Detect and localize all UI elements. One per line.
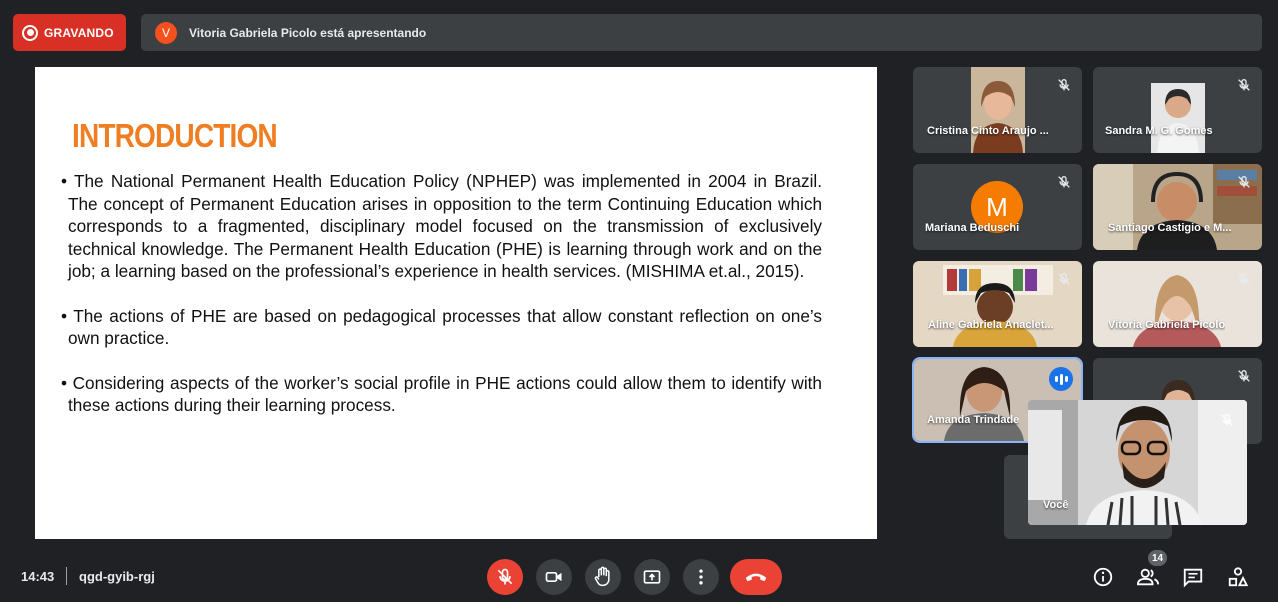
self-view-tile[interactable]: Você — [1028, 400, 1247, 525]
end-call-button[interactable] — [730, 559, 782, 595]
more-options-icon — [699, 569, 703, 585]
participant-name: Mariana Beduschi — [925, 222, 1020, 234]
people-button[interactable] — [1136, 565, 1160, 589]
presenter-bar: V Vitoria Gabriela Picolo está apresenta… — [141, 14, 1262, 51]
toggle-mic-button[interactable] — [487, 559, 523, 595]
chat-icon — [1183, 568, 1203, 588]
mic-off-icon — [1238, 272, 1250, 285]
activities-icon — [1228, 567, 1249, 587]
participant-name: Aline Gabriela Anaclet... — [928, 319, 1054, 331]
participant-count-badge: 14 — [1148, 550, 1167, 566]
activities-button[interactable] — [1226, 565, 1250, 589]
people-icon — [1136, 568, 1159, 586]
chat-button[interactable] — [1181, 565, 1205, 589]
mic-off-icon — [1058, 175, 1070, 188]
presentation-slide: INTRODUCTION • The National Permanent He… — [35, 67, 877, 539]
divider — [66, 567, 67, 585]
mic-off-icon — [1238, 369, 1250, 382]
participant-name: Sandra M. G. Gomes — [1105, 125, 1213, 137]
participant-tile[interactable]: Santiago Castigio e M... — [1093, 164, 1262, 250]
present-screen-button[interactable] — [634, 559, 670, 595]
participant-tile[interactable]: Sandra M. G. Gomes — [1093, 67, 1262, 153]
participant-name: Amanda Trindade — [927, 414, 1020, 426]
participant-video — [1151, 83, 1205, 153]
recording-label: GRAVANDO — [44, 25, 114, 40]
camera-icon — [545, 572, 562, 582]
mic-off-icon — [1238, 175, 1250, 188]
meeting-code: qgd-gyib-rgj — [79, 569, 155, 584]
mic-off-icon — [1238, 78, 1250, 91]
self-name: Você — [1043, 499, 1069, 511]
info-icon — [1093, 567, 1113, 587]
mic-off-icon — [1221, 413, 1233, 426]
mic-off-icon — [1058, 78, 1070, 91]
end-call-icon — [745, 573, 767, 582]
clock-time: 14:43 — [21, 569, 55, 584]
participant-tile[interactable]: Vitoria Gabriela Picolo — [1093, 261, 1262, 347]
raise-hand-icon — [594, 566, 610, 587]
participant-tile[interactable]: Cristina Cinto Araujo ... — [913, 67, 1082, 153]
meeting-details-button[interactable] — [1091, 565, 1115, 589]
presenter-text: Vitoria Gabriela Picolo está apresentand… — [189, 25, 427, 40]
mic-off-icon — [1058, 272, 1070, 285]
slide-bullet: • The National Permanent Health Educatio… — [61, 171, 822, 281]
participant-name: Santiago Castigio e M... — [1108, 222, 1232, 234]
participant-video — [971, 67, 1025, 153]
more-options-button[interactable] — [683, 559, 719, 595]
presenter-avatar: V — [155, 21, 177, 44]
slide-bullet: • Considering aspects of the worker’s so… — [61, 372, 822, 416]
participant-tile[interactable]: Aline Gabriela Anaclet... — [913, 261, 1082, 347]
participant-tile[interactable]: M Mariana Beduschi — [913, 164, 1082, 250]
participant-name: Vitoria Gabriela Picolo — [1108, 319, 1226, 331]
slide-body: • The National Permanent Health Educatio… — [61, 170, 822, 439]
mic-off-icon — [497, 568, 513, 585]
toggle-camera-button[interactable] — [536, 559, 572, 595]
speaking-indicator-icon — [1049, 367, 1073, 391]
participant-name: Cristina Cinto Araujo ... — [927, 125, 1049, 137]
slide-bullet: • The actions of PHE are based on pedago… — [61, 305, 822, 349]
slide-title: INTRODUCTION — [72, 117, 278, 154]
record-icon — [22, 24, 38, 41]
present-screen-icon — [643, 570, 661, 584]
raise-hand-button[interactable] — [585, 559, 621, 595]
recording-badge[interactable]: GRAVANDO — [13, 14, 126, 51]
